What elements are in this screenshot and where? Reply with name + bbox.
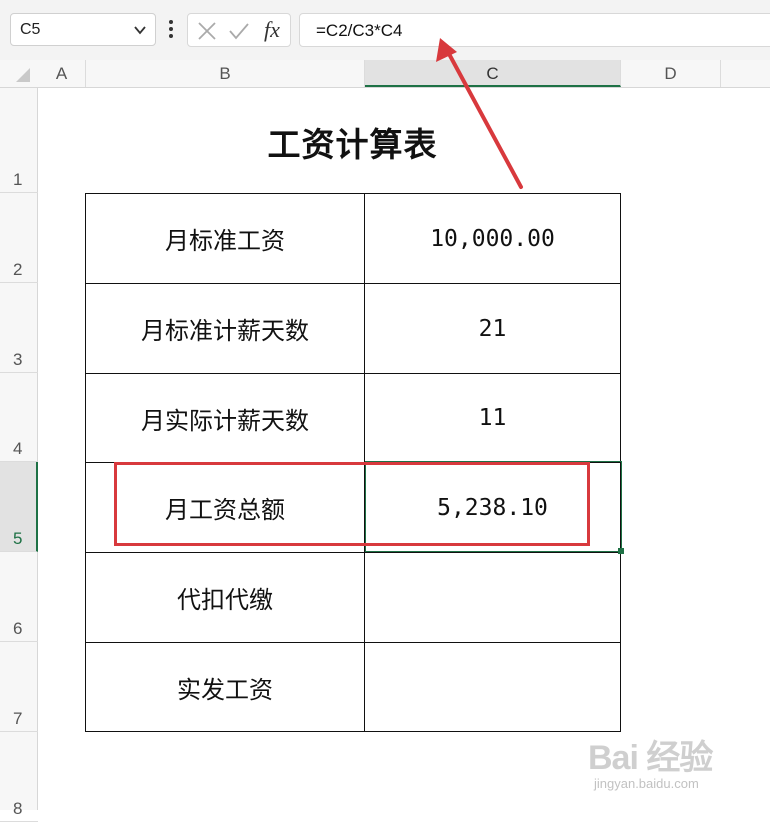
watermark-logo: Bai 经验 xyxy=(588,739,713,777)
row-number: 5 xyxy=(13,529,23,548)
cell-b7[interactable]: 实发工资 xyxy=(86,643,364,731)
cell-b5[interactable]: 月工资总额 xyxy=(86,463,364,552)
column-headers: A B C D xyxy=(0,60,770,88)
cell-b6[interactable]: 代扣代缴 xyxy=(86,553,364,642)
row-number: 6 xyxy=(13,619,23,638)
insert-function-icon[interactable]: fx xyxy=(264,17,280,43)
formula-input[interactable]: =C2/C3*C4 xyxy=(299,13,770,47)
watermark-site: jingyan.baidu.com xyxy=(594,776,699,791)
formula-controls: fx xyxy=(187,13,291,47)
row-header-8[interactable]: 8 xyxy=(0,732,38,822)
row-header-5[interactable]: 5 xyxy=(0,462,38,552)
sheet-title: 工资计算表 xyxy=(267,125,438,164)
select-all-corner[interactable] xyxy=(0,60,38,87)
table-border xyxy=(620,193,621,732)
row-number: 4 xyxy=(13,439,23,458)
close-x-icon[interactable] xyxy=(196,21,218,41)
formula-bar: C5 fx =C2/C3*C4 xyxy=(0,0,770,60)
cell-b3[interactable]: 月标准计薪天数 xyxy=(86,284,364,373)
formula-text: =C2/C3*C4 xyxy=(316,21,403,40)
row-header-2[interactable]: 2 xyxy=(0,193,38,283)
cell-c5[interactable]: 5,238.10 xyxy=(365,463,620,552)
chevron-down-icon[interactable] xyxy=(133,24,147,36)
row-number: 8 xyxy=(13,799,23,818)
cell-c4[interactable]: 11 xyxy=(365,374,620,462)
cell-c2[interactable]: 10,000.00 xyxy=(365,194,620,283)
cell-c7[interactable] xyxy=(365,643,620,731)
cell-b2[interactable]: 月标准工资 xyxy=(86,194,364,283)
column-header-d[interactable]: D xyxy=(621,60,721,87)
row-headers: 1 2 3 4 5 6 7 8 xyxy=(0,88,38,822)
column-header-b[interactable]: B xyxy=(86,60,365,87)
more-options-icon[interactable] xyxy=(166,17,176,41)
name-box-value: C5 xyxy=(20,21,41,38)
cell-b4[interactable]: 月实际计薪天数 xyxy=(86,374,364,462)
column-header-c[interactable]: C xyxy=(365,60,621,87)
sheet-grid[interactable]: 工资计算表 月标准工资 10,000.00 月标准计薪天数 21 月实际计薪天数… xyxy=(38,88,770,810)
cell-c3[interactable]: 21 xyxy=(365,284,620,373)
name-box[interactable]: C5 xyxy=(10,13,156,46)
row-header-1[interactable]: 1 xyxy=(0,88,38,193)
row-number: 1 xyxy=(13,170,23,189)
row-header-3[interactable]: 3 xyxy=(0,283,38,373)
table-border xyxy=(85,731,621,732)
row-number: 3 xyxy=(13,350,23,369)
fill-handle[interactable] xyxy=(618,548,624,554)
watermark: Bai 经验 jingyan.baidu.com xyxy=(588,726,768,804)
column-header-a[interactable]: A xyxy=(38,60,86,87)
cell-c6[interactable] xyxy=(365,553,620,642)
row-header-7[interactable]: 7 xyxy=(0,642,38,732)
row-number: 2 xyxy=(13,260,23,279)
row-number: 7 xyxy=(13,709,23,728)
row-header-6[interactable]: 6 xyxy=(0,552,38,642)
row-header-4[interactable]: 4 xyxy=(0,373,38,462)
checkmark-icon[interactable] xyxy=(228,21,250,41)
